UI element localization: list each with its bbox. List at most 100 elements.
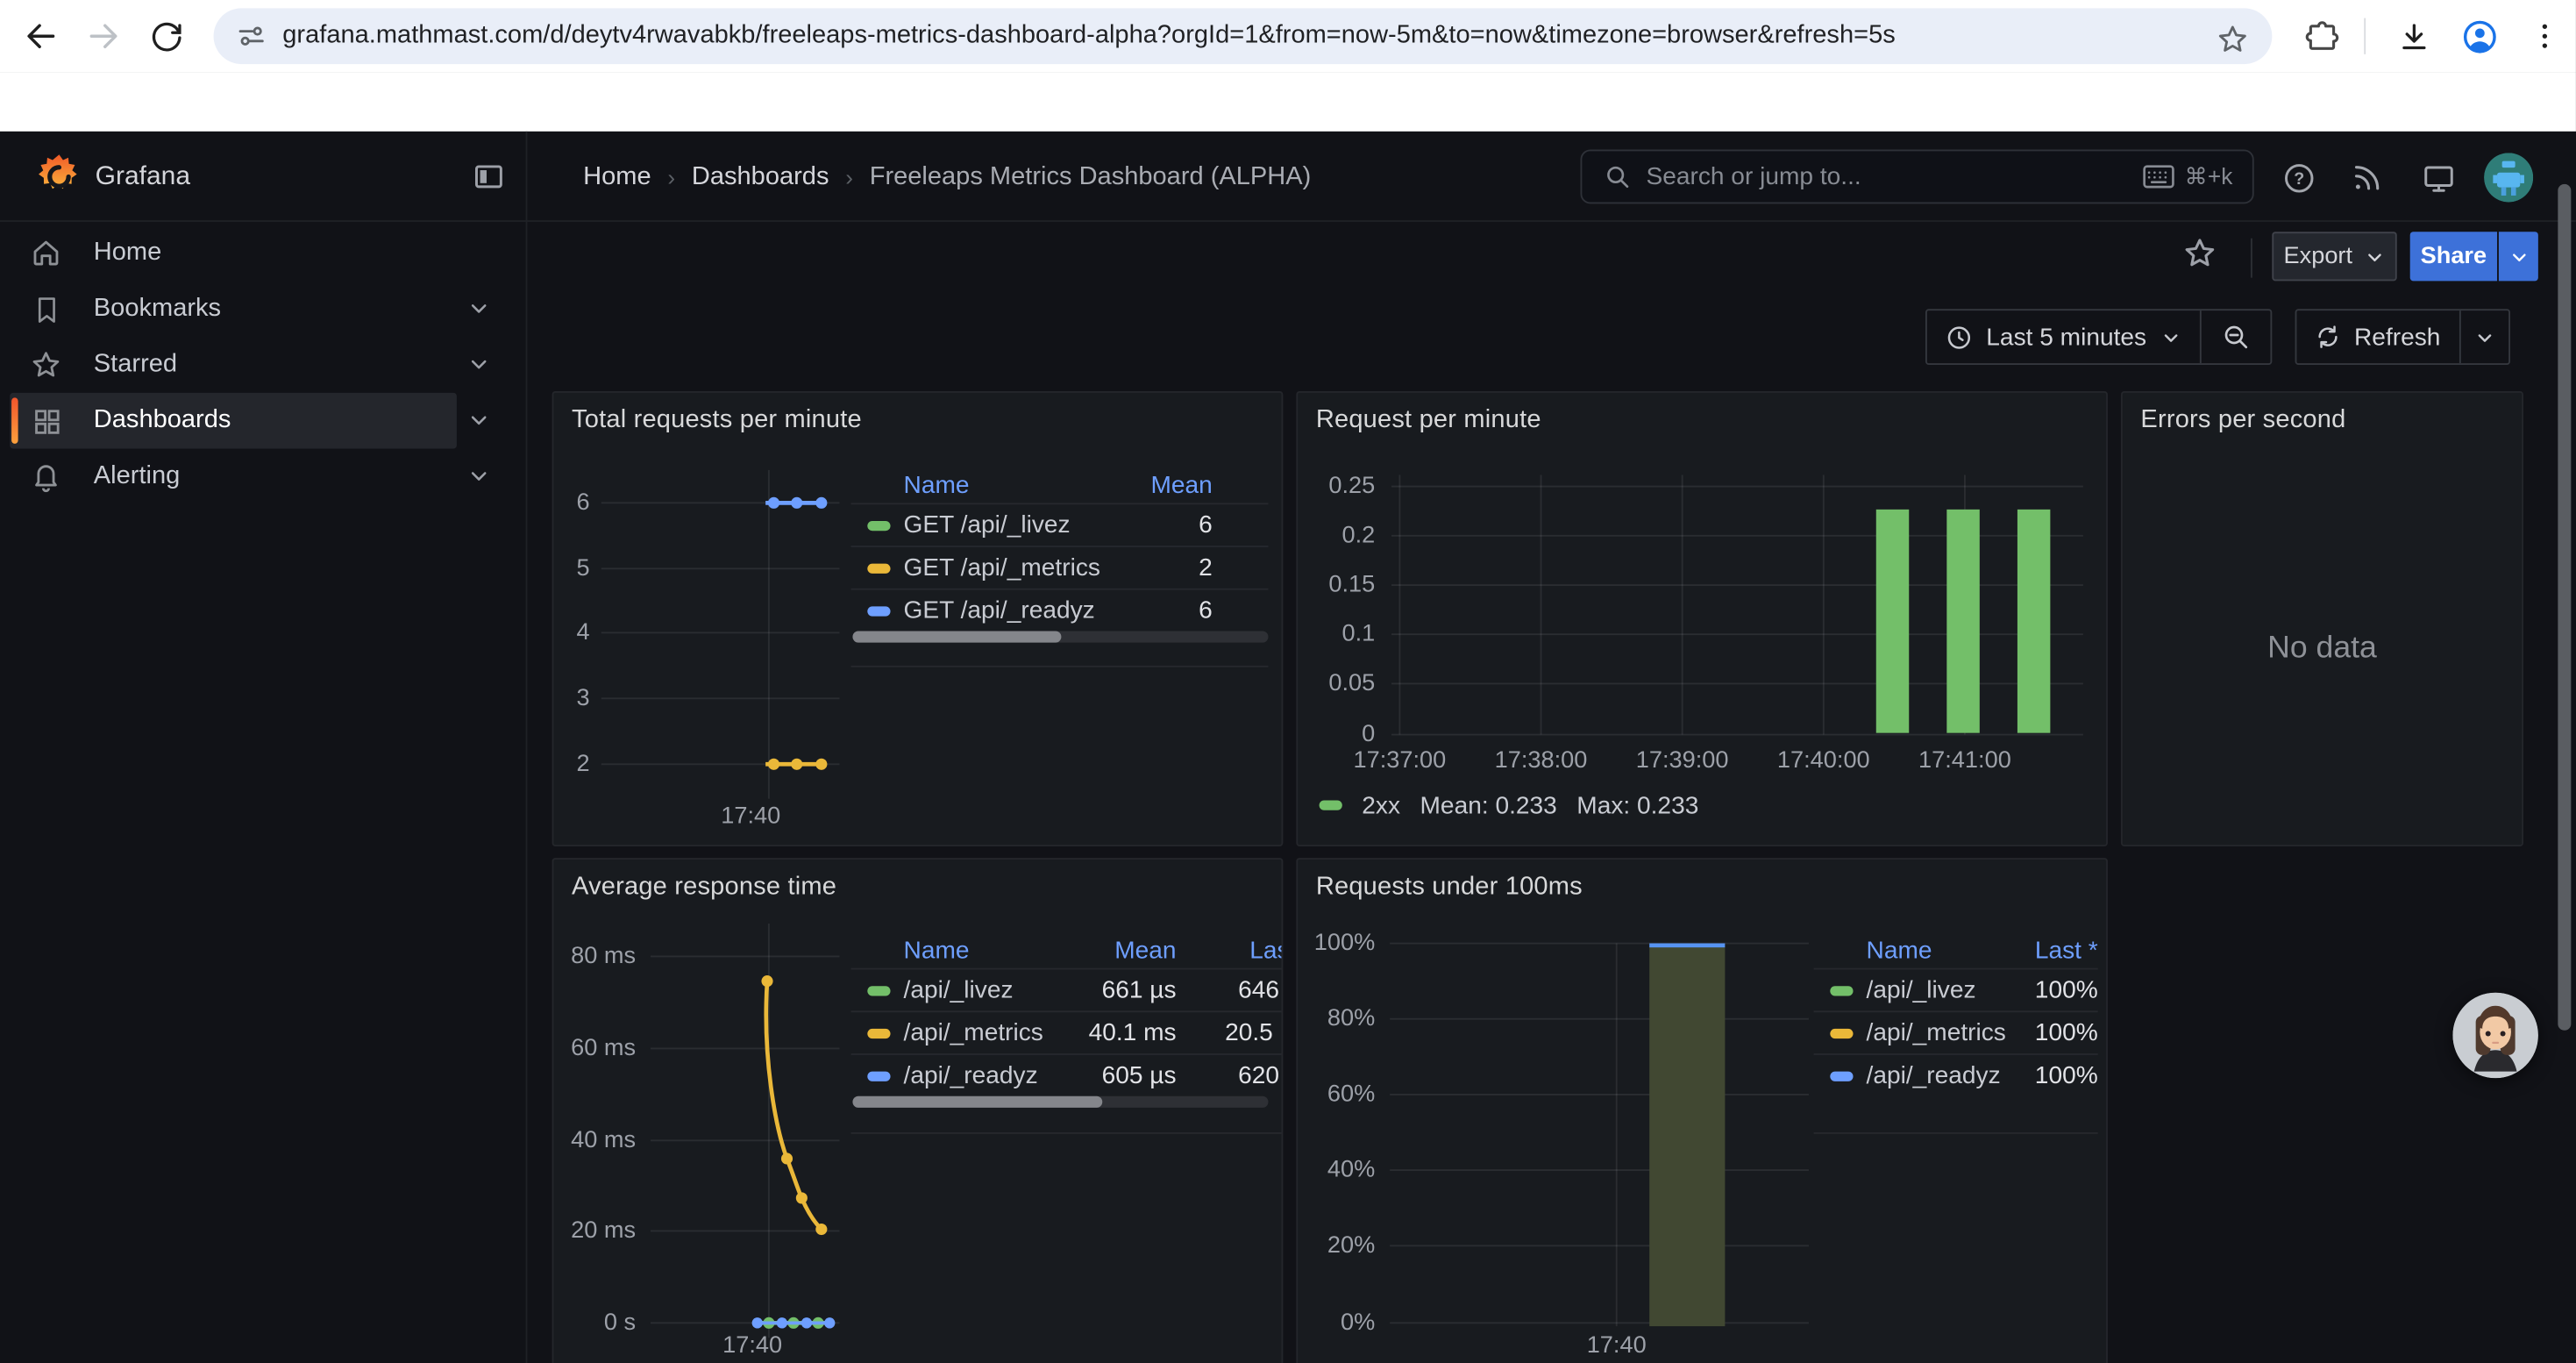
legend-last-header[interactable]: Last * xyxy=(2035,936,2098,964)
sidebar-item-home[interactable]: Home xyxy=(10,225,457,282)
url-bar[interactable]: grafana.mathmast.com/d/deytv4rwavabkb/fr… xyxy=(214,8,2273,64)
panel-total-requests[interactable]: Total requests per minute 6 5 4 3 2 17:4… xyxy=(552,391,1284,846)
floating-profile-avatar[interactable] xyxy=(2452,993,2537,1078)
extensions-button[interactable] xyxy=(2296,11,2345,61)
panel-errors-per-second[interactable]: Errors per second No data xyxy=(2121,391,2523,846)
series-color-pill xyxy=(1830,1071,1853,1081)
series-color-pill xyxy=(867,520,890,530)
toolbar-divider xyxy=(2251,239,2252,278)
search-placeholder: Search or jump to... xyxy=(1646,162,1861,190)
legend-row[interactable]: /api/_metrics 100% xyxy=(1814,1010,2098,1053)
series-color-pill xyxy=(867,563,890,573)
legend-row[interactable]: 2xx Mean: 0.233 Max: 0.233 xyxy=(1320,790,1699,820)
sidebar-item-starred[interactable]: Starred xyxy=(10,337,457,393)
downloads-button[interactable] xyxy=(2388,11,2437,61)
legend-mean-header[interactable]: Mean xyxy=(1081,936,1177,964)
series-name[interactable]: 2xx xyxy=(1362,791,1400,819)
series-name[interactable]: /api/_readyz xyxy=(904,1061,1081,1089)
forward-button[interactable] xyxy=(79,11,128,61)
scrollbar-thumb[interactable] xyxy=(852,1096,1102,1108)
series-last: 646 µs xyxy=(1177,976,1284,1004)
grafana-logo[interactable] xyxy=(36,153,82,198)
series-name[interactable]: /api/_livez xyxy=(904,976,1081,1004)
legend-row[interactable]: /api/_metrics 40.1 ms 20.5 ms xyxy=(851,1010,1284,1053)
browser-menu-button[interactable] xyxy=(2520,11,2569,61)
reload-button[interactable] xyxy=(141,11,190,61)
series-name[interactable]: GET /api/_livez xyxy=(904,511,1199,539)
share-menu-button[interactable] xyxy=(2499,232,2538,281)
chevron-down-icon[interactable] xyxy=(466,408,493,434)
breadcrumb-home[interactable]: Home xyxy=(583,162,651,192)
legend-last-header[interactable]: Last * xyxy=(1177,936,1284,964)
series-name[interactable]: /api/_readyz xyxy=(1867,1061,2035,1089)
legend-row[interactable]: /api/_readyz 100% xyxy=(1814,1053,2098,1096)
sidebar-item-dashboards[interactable]: Dashboards xyxy=(10,393,457,449)
series-name[interactable]: /api/_livez xyxy=(1867,976,2035,1004)
series-name[interactable]: /api/_metrics xyxy=(1867,1019,2035,1047)
sidebar-divider xyxy=(526,132,528,1363)
favorite-dashboard-button[interactable] xyxy=(2181,235,2221,275)
share-button[interactable]: Share xyxy=(2410,232,2497,281)
legend-scrollbar[interactable] xyxy=(852,1096,1268,1108)
legend-row[interactable]: GET /api/_livez 6 xyxy=(851,503,1269,546)
news-button[interactable] xyxy=(2348,158,2387,197)
chevron-down-icon xyxy=(2364,246,2385,267)
legend-row[interactable]: /api/_readyz 605 µs 620 µs xyxy=(851,1053,1284,1096)
panel-title[interactable]: Errors per second xyxy=(2140,406,2345,436)
legend-name-header[interactable]: Name xyxy=(904,936,1081,964)
dock-menu-button[interactable] xyxy=(472,160,506,194)
breadcrumb-separator: › xyxy=(845,163,853,189)
chevron-down-icon[interactable] xyxy=(466,296,493,322)
forward-icon xyxy=(85,18,121,54)
zoom-out-button[interactable] xyxy=(2201,310,2270,363)
refresh-button[interactable]: Refresh xyxy=(2296,310,2459,363)
refresh-group: Refresh xyxy=(2295,309,2510,365)
series-max: Max: 0.233 xyxy=(1576,791,1698,819)
bookmark-star-button[interactable] xyxy=(2208,15,2257,64)
x-tick: 17:40:00 xyxy=(1749,748,1897,774)
panel-requests-under-100ms[interactable]: Requests under 100ms 100% 80% 60% 40% 20… xyxy=(1296,858,2108,1363)
sidebar-item-alerting[interactable]: Alerting xyxy=(10,449,457,505)
legend-row[interactable]: /api/_livez 100% xyxy=(1814,968,2098,1011)
legend-mean-header[interactable]: Mean xyxy=(1150,471,1212,499)
refresh-interval-button[interactable] xyxy=(2460,310,2508,363)
chevron-down-icon xyxy=(2160,326,2181,347)
legend-scrollbar[interactable] xyxy=(852,632,1268,643)
export-button[interactable]: Export xyxy=(2272,232,2396,281)
sidebar-item-bookmarks[interactable]: Bookmarks xyxy=(10,281,457,337)
panel-avg-response-time[interactable]: Average response time 80 ms 60 ms 40 ms … xyxy=(552,858,1284,1363)
series-name[interactable]: GET /api/_metrics xyxy=(904,553,1199,582)
legend-row[interactable]: /api/_livez 661 µs 646 µs xyxy=(851,968,1284,1011)
rss-icon xyxy=(2351,161,2383,194)
zoom-out-icon xyxy=(2220,322,2250,352)
legend-name-header[interactable]: Name xyxy=(1867,936,2035,964)
series-last: 20.5 ms xyxy=(1177,1019,1284,1047)
chevron-down-icon[interactable] xyxy=(466,463,493,489)
profile-button[interactable] xyxy=(2454,11,2503,61)
star-icon xyxy=(2181,235,2217,271)
legend-row[interactable]: GET /api/_metrics 2 xyxy=(851,546,1269,589)
legend-header: Name Mean Last * xyxy=(851,931,1284,967)
series-color-pill xyxy=(1320,800,1342,810)
display-button[interactable] xyxy=(2418,158,2458,197)
time-range-picker[interactable]: Last 5 minutes xyxy=(1927,310,2199,363)
site-settings-icon[interactable] xyxy=(237,21,267,51)
user-avatar[interactable] xyxy=(2484,153,2533,202)
scrollbar-thumb[interactable] xyxy=(852,632,1061,643)
chevron-down-icon[interactable] xyxy=(466,352,493,378)
search-input[interactable]: Search or jump to... ⌘+k xyxy=(1580,150,2253,204)
legend-row[interactable]: GET /api/_readyz 6 xyxy=(851,589,1269,632)
sidebar-item-label: Dashboards xyxy=(94,406,231,436)
legend-name-header[interactable]: Name xyxy=(904,471,1151,499)
series-name[interactable]: /api/_metrics xyxy=(904,1019,1081,1047)
x-tick: 17:40 xyxy=(703,1333,801,1359)
series-mean: 40.1 ms xyxy=(1081,1019,1177,1047)
panel-request-per-minute[interactable]: Request per minute 0.25 0.2 0.15 0.1 0.0… xyxy=(1296,391,2108,846)
series-name[interactable]: GET /api/_readyz xyxy=(904,596,1199,624)
legend-table: Name Last * /api/_livez 100% /api/_metri… xyxy=(1814,931,2098,1095)
page-scrollbar[interactable] xyxy=(2558,184,2571,1031)
help-button[interactable]: ? xyxy=(2279,158,2318,197)
breadcrumb-dashboards[interactable]: Dashboards xyxy=(692,162,829,192)
back-button[interactable] xyxy=(17,11,66,61)
url-text[interactable]: grafana.mathmast.com/d/deytv4rwavabkb/fr… xyxy=(282,21,1895,51)
